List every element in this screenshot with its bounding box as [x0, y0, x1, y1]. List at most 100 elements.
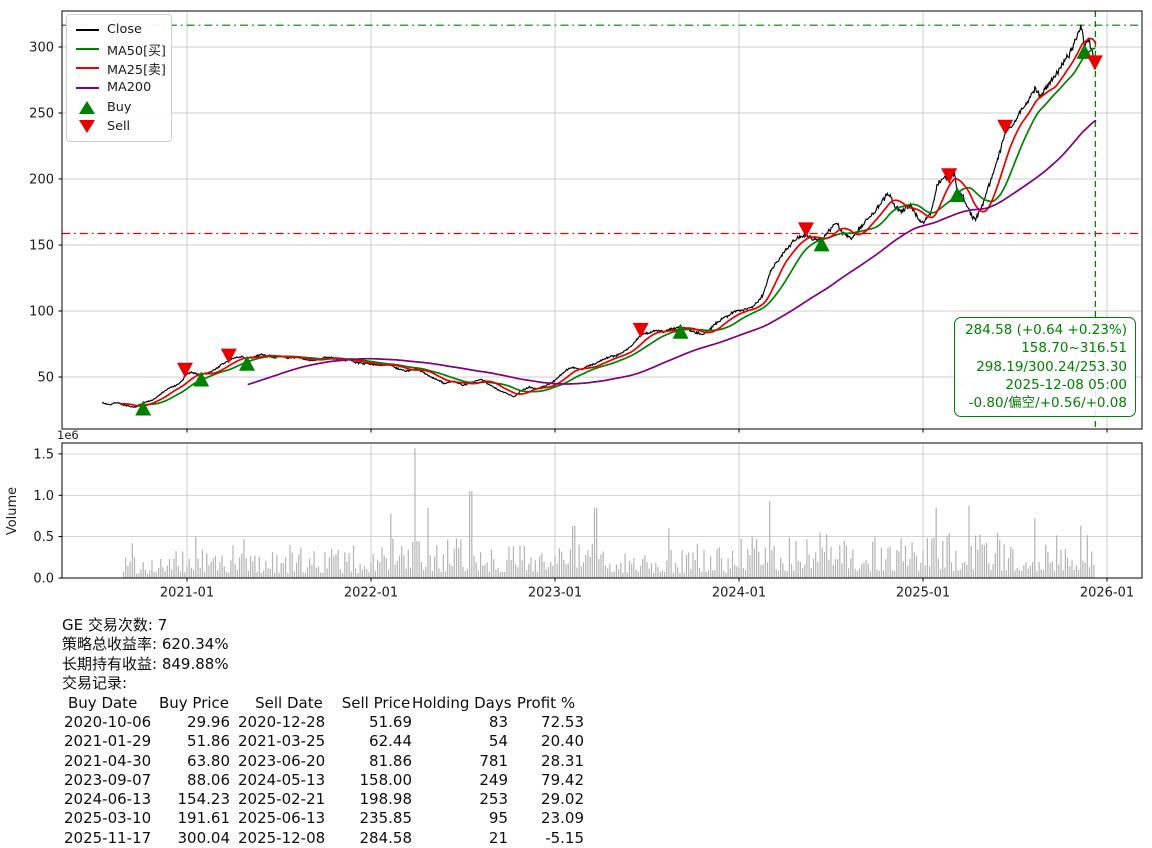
- ma50-line: [138, 47, 1096, 406]
- y-tick-label: 150: [29, 239, 54, 254]
- tick-marks: [58, 46, 1108, 582]
- trade-cell: 300.04: [177, 828, 231, 847]
- summary-block: GE 交易次数: 7 策略总收益率: 620.34% 长期持有收益: 849.8…: [62, 616, 584, 848]
- trade-header-cell: Sell Price: [341, 693, 411, 712]
- trade-header-cell: Holding Days: [412, 693, 512, 712]
- trade-header-cell: Buy Date: [68, 693, 138, 712]
- info-line-signal: -0.80/偏空/+0.56/+0.08: [968, 395, 1127, 412]
- buy-marker: [135, 400, 152, 416]
- trade-cell: 54: [488, 732, 508, 751]
- trade-cell: 2024-05-13: [238, 770, 326, 789]
- trade-cell: 29.02: [541, 790, 584, 809]
- legend-label: Sell: [107, 119, 131, 135]
- legend-line-swatch: [75, 28, 99, 31]
- trade-table: Buy Date Buy Price Sell Date Sell Price Hold…: [62, 694, 584, 848]
- legend-item: MA25[卖]: [75, 59, 166, 78]
- y-tick-label: 200: [29, 173, 54, 188]
- volume-y-tick-label: 0.5: [33, 530, 54, 545]
- trade-cell: 2023-06-20: [238, 751, 326, 770]
- sell-marker: [177, 362, 193, 378]
- volume-y-tick-label: 0.0: [33, 572, 54, 587]
- legend-line-swatch: [75, 48, 99, 51]
- trade-row: 2023-09-07 88.06 2024-05-13 158.00 249 79.42: [62, 771, 584, 790]
- trade-cell: 51.86: [187, 732, 230, 751]
- trade-cell: 51.69: [369, 712, 412, 731]
- trade-cell: 23.09: [541, 809, 584, 828]
- trade-cell: -5.15: [545, 828, 584, 847]
- trade-cell: 235.85: [359, 809, 413, 828]
- info-line-date: 2025-12-08 05:00: [1005, 376, 1127, 393]
- trade-cell: 72.53: [541, 712, 584, 731]
- x-tick-label: 2022-01: [344, 586, 398, 601]
- trade-cell: 21: [488, 828, 508, 847]
- trade-header-cell: Sell Date: [255, 693, 323, 712]
- buy-triangle-icon: [75, 100, 99, 114]
- trade-cell: 63.80: [187, 751, 230, 770]
- trade-cell: 2020-10-06: [64, 712, 152, 731]
- trade-cell: 88.06: [187, 770, 230, 789]
- trade-cell: 2023-09-07: [64, 770, 152, 789]
- sell-triangle-icon: [75, 120, 99, 134]
- trade-cell: 2024-06-13: [64, 790, 152, 809]
- legend-label: MA200: [107, 80, 152, 96]
- trade-cell: 2020-12-28: [238, 712, 326, 731]
- trade-cell: 2025-12-08: [238, 828, 326, 847]
- strategy-return-label: 策略总收益率:: [62, 635, 158, 654]
- trade-row: 2021-04-30 63.80 2023-06-20 81.86 781 28.31: [62, 752, 584, 771]
- records-label: 交易记录:: [62, 674, 128, 693]
- legend-item: MA50[买]: [75, 39, 166, 59]
- hold-return-value: 849.88%: [161, 654, 229, 673]
- y-tick-label: 250: [29, 107, 54, 122]
- hold-return-label: 长期持有收益:: [62, 654, 158, 673]
- info-line-price: 284.58 (+0.64 +0.23%): [965, 322, 1127, 338]
- trade-cell: 2021-04-30: [64, 751, 152, 770]
- volume-bars: [122, 448, 1095, 578]
- sell-marker: [632, 322, 649, 338]
- trade-header-cell: Buy Price: [158, 693, 230, 712]
- trade-cell: 20.40: [541, 732, 584, 751]
- hold-return-line: 长期持有收益: 849.88%: [62, 655, 584, 674]
- info-line-range: 158.70~316.51: [1021, 340, 1127, 357]
- sell-marker: [220, 348, 237, 364]
- price-volume-chart: 2021-01 2022-01 2023-01 2024-01 2025-01 2026-…: [5, 10, 1143, 601]
- trade-cell: 2025-03-10: [64, 809, 152, 828]
- trade-row: 2020-10-06 29.96 2020-12-28 51.69 83 72.53: [62, 713, 584, 732]
- figure-canvas: { "summary": { "trade_count_label": "GE …: [0, 0, 1152, 848]
- trade-cell: 284.58: [359, 828, 413, 847]
- trade-cell: 79.42: [541, 770, 584, 789]
- volume-multiplier-label: 1e6: [57, 428, 79, 442]
- trade-cell: 2025-02-21: [238, 790, 326, 809]
- x-tick-label: 2026-01: [1080, 586, 1134, 601]
- legend-label: MA25[卖]: [107, 62, 166, 78]
- volume-y-tick-label: 1.5: [33, 447, 54, 462]
- sell-marker: [798, 222, 814, 238]
- trade-cell: 95: [488, 809, 508, 828]
- legend-item: Close: [75, 20, 163, 39]
- legend-label: MA50[买]: [107, 43, 166, 59]
- legend-label: Close: [107, 22, 142, 38]
- volume-axis-label: Volume: [5, 487, 20, 535]
- trade-count-line: GE 交易次数: 7: [62, 616, 584, 635]
- trade-count-label: GE 交易次数:: [62, 616, 153, 634]
- x-tick-label: 2025-01: [896, 586, 950, 601]
- legend-item: Sell: [75, 117, 163, 136]
- x-tick-label: 2021-01: [160, 586, 214, 601]
- strategy-return-line: 策略总收益率: 620.34%: [62, 635, 584, 654]
- trade-cell: 2025-11-17: [64, 828, 152, 847]
- trade-cell: 29.96: [187, 712, 230, 731]
- trade-cell: 2021-03-25: [238, 732, 326, 751]
- trade-cell: 81.86: [369, 751, 412, 770]
- trade-cell: 198.98: [359, 790, 413, 809]
- legend-line-swatch: [75, 86, 99, 89]
- trade-cell: 2025-06-13: [238, 809, 326, 828]
- strategy-return-value: 620.34%: [161, 635, 229, 654]
- trade-count-value: 7: [157, 616, 168, 634]
- ma25-line: [119, 37, 1097, 407]
- sell-marker: [1086, 55, 1103, 71]
- trade-row: 2024-06-13 154.23 2025-02-21 198.98 253 29.02: [62, 790, 584, 809]
- legend-line-swatch: [75, 67, 99, 70]
- volume-y-tick-label: 1.0: [33, 489, 54, 504]
- trade-cell: 2021-01-29: [64, 732, 152, 751]
- trade-row: 2025-11-17 300.04 2025-12-08 284.58 21 -5.15: [62, 829, 584, 848]
- trade-cell: 781: [479, 751, 508, 770]
